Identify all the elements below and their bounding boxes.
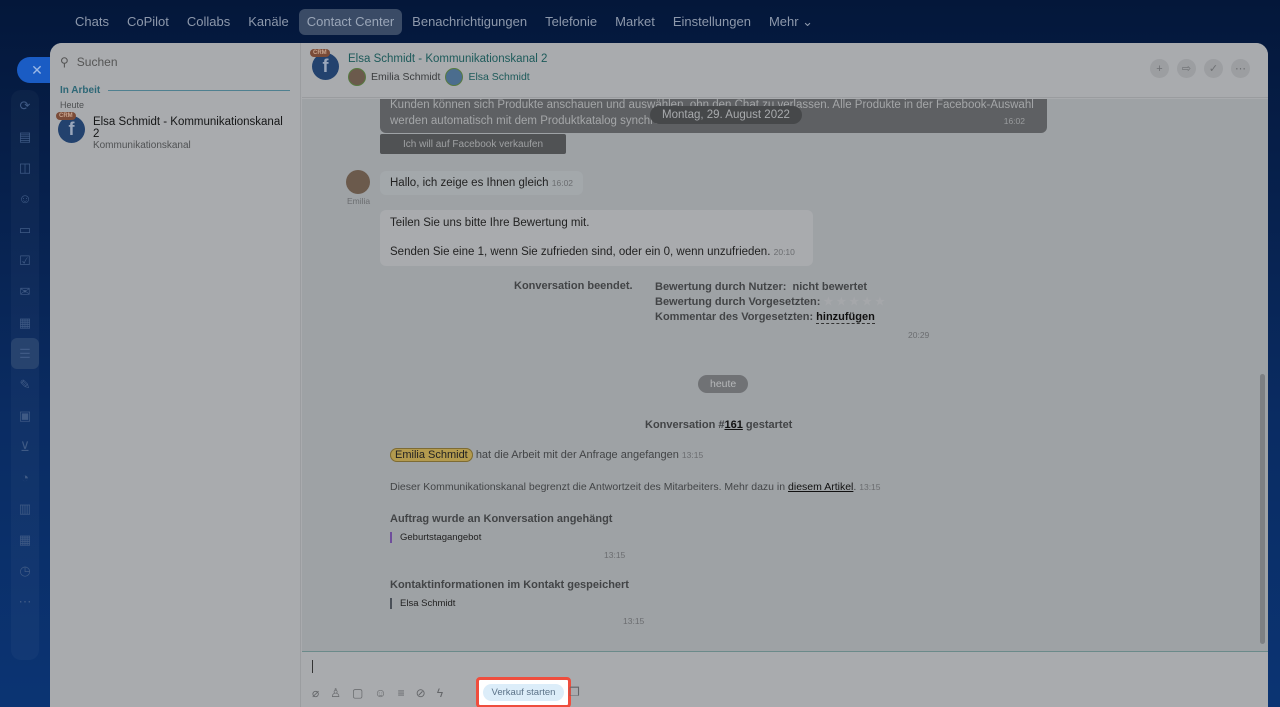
participants: Emilia Schmidt Elsa Schmidt <box>348 68 530 86</box>
message-area: Kunden können sich Produkte anschauen un… <box>302 99 1268 651</box>
side-rail: ⟳ ▤ ◫ ☺ ▭ ☑ ✉ ▦ ☰ ✎ ▣ ⊻ ◔ ▥ ▦ ◷ ⋯ <box>11 90 39 660</box>
chart-icon[interactable]: ▥ <box>11 493 39 524</box>
group-label: Heute <box>60 100 85 110</box>
operator-message: Emilia Schmidt hat die Arbeit mit der An… <box>390 448 703 462</box>
section-in-arbeit: In Arbeit <box>50 85 300 96</box>
chat-header-title[interactable]: Elsa Schmidt - Kommunikationskanal 2 <box>348 53 547 65</box>
nav-mehr[interactable]: Mehr ⌄ <box>761 9 821 35</box>
filter-icon[interactable]: ☰ <box>11 338 39 369</box>
avatar <box>445 68 464 86</box>
attach-icon[interactable]: ⌀ <box>312 686 319 700</box>
search-placeholder: Suchen <box>76 55 118 69</box>
nav-copilot[interactable]: CoPilot <box>119 9 177 35</box>
contact-item[interactable]: Elsa Schmidt <box>390 598 455 609</box>
facebook-icon: f CRM <box>310 49 339 80</box>
facebook-sell-button[interactable]: Ich will auf Facebook verkaufen <box>380 134 566 154</box>
chat-panel: f CRM Elsa Schmidt - Kommunikationskanal … <box>302 43 1268 707</box>
conversation-started: Konversation #161 gestartet <box>645 419 793 431</box>
finish-icon[interactable]: ✓ <box>1204 59 1223 78</box>
participant-client[interactable]: Elsa Schmidt <box>468 71 529 83</box>
nav-collabs[interactable]: Collabs <box>179 9 238 35</box>
nav-contact-center[interactable]: Contact Center <box>298 9 403 35</box>
edit-icon[interactable]: ✎ <box>11 369 39 400</box>
conversation-ended: Konversation beendet. <box>514 280 633 292</box>
contact-center-window: ⚲ Suchen In Arbeit Heute f CRM Elsa Schmid… <box>50 43 1268 707</box>
crm-badge: CRM <box>56 112 76 120</box>
calendar-icon[interactable]: ▦ <box>11 307 39 338</box>
scrollbar[interactable] <box>1260 374 1265 644</box>
document-icon[interactable]: ▤ <box>11 121 39 152</box>
message-bubble: Teilen Sie uns bitte Ihre Bewertung mit.… <box>380 210 813 266</box>
inbox-icon[interactable]: ▭ <box>11 214 39 245</box>
avatar <box>346 170 370 194</box>
chat-title: Elsa Schmidt - Kommunikationskanal 2 <box>92 116 283 140</box>
chat-header: f CRM Elsa Schmidt - Kommunikationskanal … <box>302 43 1268 98</box>
avatar <box>348 68 366 86</box>
start-sale-highlight: Verkauf starten <box>476 677 571 707</box>
conversation-link[interactable]: 161 <box>724 419 742 431</box>
hide-icon[interactable]: ⊘ <box>416 686 426 700</box>
search-icon: ⚲ <box>60 55 69 69</box>
chat-subtitle: Kommunikationskanal <box>92 140 191 151</box>
analytics-icon[interactable]: ◔ <box>11 462 39 493</box>
start-sale-button[interactable]: Verkauf starten <box>482 684 565 701</box>
order-item[interactable]: Geburtstagangebot <box>390 532 481 543</box>
article-link[interactable]: diesem Artikel <box>788 481 853 493</box>
contacts-icon[interactable]: ☺ <box>11 183 39 214</box>
chat-list-item[interactable]: f CRM Elsa Schmidt - Kommunikationskanal … <box>50 112 300 153</box>
message-bubble: Hallo, ich zeige es Ihnen gleich 16:02 <box>380 171 584 195</box>
cart-icon[interactable]: ⊻ <box>11 431 39 462</box>
gallery-icon[interactable]: ❐ <box>569 685 580 699</box>
nav-market[interactable]: Market <box>607 9 663 35</box>
add-icon[interactable]: + <box>1150 59 1169 78</box>
section-label: In Arbeit <box>60 85 101 96</box>
message-author: Emilia <box>347 196 371 206</box>
top-navigation: Chats CoPilot Collabs Kanäle Contact Cen… <box>67 9 821 35</box>
message-input[interactable]: ⌀ ♙ ▢ ☺ ≡ ⊘ ϟ Verkauf starten ❐ <box>302 651 1268 707</box>
order-title: Auftrag wurde an Konversation angehängt <box>390 513 613 525</box>
nav-einstellungen[interactable]: Einstellungen <box>665 9 759 35</box>
date-separator: Montag, 29. August 2022 <box>650 106 802 124</box>
nav-telefonie[interactable]: Telefonie <box>537 9 605 35</box>
more-icon[interactable]: ⋯ <box>1231 59 1250 78</box>
tasks-icon[interactable]: ☑ <box>11 245 39 276</box>
clock-icon[interactable]: ◷ <box>11 555 39 586</box>
list-icon[interactable]: ≡ <box>398 686 405 700</box>
mail-icon[interactable]: ✉ <box>11 276 39 307</box>
nav-chats[interactable]: Chats <box>67 9 117 35</box>
chat-icon[interactable]: ◫ <box>11 152 39 183</box>
edit-icon[interactable]: ▢ <box>352 686 363 700</box>
facebook-icon: f CRM <box>56 112 85 143</box>
rating-block: Bewertung durch Nutzer: nicht bewertet B… <box>655 281 888 324</box>
emoji-icon[interactable]: ☺ <box>374 686 386 700</box>
add-comment-link[interactable]: hinzufügen <box>816 311 875 324</box>
forward-icon[interactable]: ⇨ <box>1177 59 1196 78</box>
more-icon[interactable]: ⋯ <box>11 586 39 617</box>
chat-list-panel: ⚲ Suchen In Arbeit Heute f CRM Elsa Schmid… <box>50 43 301 707</box>
date-separator: heute <box>698 375 749 393</box>
lightning-icon[interactable]: ϟ <box>437 686 443 700</box>
user-icon[interactable]: ♙ <box>330 686 341 700</box>
operator-tag[interactable]: Emilia Schmidt <box>390 448 473 462</box>
nav-benachrichtigungen[interactable]: Benachrichtigungen <box>404 9 535 35</box>
contact-title: Kontaktinformationen im Kontakt gespeich… <box>390 579 629 591</box>
limit-message: Dieser Kommunikationskanal begrenzt die … <box>390 481 881 493</box>
search-input[interactable]: ⚲ Suchen <box>50 43 300 81</box>
grid-icon[interactable]: ▦ <box>11 524 39 555</box>
participant-operator[interactable]: Emilia Schmidt <box>371 71 440 83</box>
nav-kanaele[interactable]: Kanäle <box>240 9 296 35</box>
rating-stars[interactable]: ★★★★★ <box>824 296 888 308</box>
sync-icon[interactable]: ⟳ <box>11 90 39 121</box>
card-icon[interactable]: ▣ <box>11 400 39 431</box>
